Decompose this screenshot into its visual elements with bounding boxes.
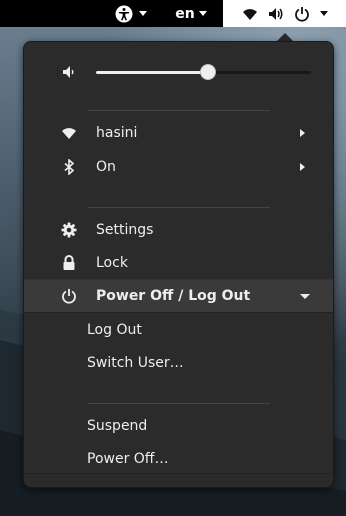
accessibility-menu-button[interactable] [109, 0, 153, 27]
separator [88, 207, 270, 208]
wifi-icon [242, 8, 257, 20]
chevron-down-icon [300, 293, 310, 299]
wifi-icon [58, 122, 80, 144]
chevron-right-icon [300, 128, 305, 137]
network-label: hasini [96, 124, 138, 141]
volume-slider[interactable] [96, 64, 311, 80]
chevron-down-icon [198, 11, 207, 16]
accessibility-icon [115, 5, 133, 22]
language-label: en [175, 5, 195, 22]
power-icon [294, 6, 309, 22]
system-status-button[interactable] [223, 0, 346, 27]
volume-icon [268, 7, 282, 20]
chevron-right-icon [300, 162, 305, 171]
volume-slider-handle[interactable] [199, 64, 216, 80]
submenu-bottom-edge [24, 473, 333, 474]
language-menu-button[interactable]: en [170, 0, 212, 27]
system-menu: hasini On Settings Lock Power Off / Log … [23, 41, 334, 488]
settings-label: Settings [96, 221, 154, 238]
bluetooth-icon [58, 156, 80, 178]
power-label: Power Off / Log Out [96, 288, 251, 304]
lock-label: Lock [96, 254, 128, 271]
gear-icon [58, 219, 80, 241]
suspend-item[interactable]: Suspend [24, 409, 333, 442]
bluetooth-label: On [96, 158, 116, 175]
log-out-item[interactable]: Log Out [24, 313, 333, 346]
power-icon [58, 285, 80, 307]
top-bar: en [0, 0, 346, 27]
separator [88, 403, 270, 404]
volume-row [24, 55, 333, 88]
switch-user-label: Switch User… [87, 354, 184, 371]
power-off-label: Power Off… [87, 450, 169, 467]
suspend-label: Suspend [87, 417, 148, 434]
power-off-item[interactable]: Power Off… [24, 442, 333, 475]
bluetooth-row[interactable]: On [24, 150, 333, 183]
settings-row[interactable]: Settings [24, 213, 333, 246]
lock-icon [58, 252, 80, 274]
chevron-down-icon [139, 11, 147, 16]
log-out-label: Log Out [87, 321, 142, 338]
volume-slider-fill [96, 71, 208, 74]
chevron-down-icon [319, 11, 328, 16]
separator [88, 110, 270, 111]
power-submenu-header[interactable]: Power Off / Log Out [24, 279, 333, 313]
lock-row[interactable]: Lock [24, 246, 333, 279]
switch-user-item[interactable]: Switch User… [24, 346, 333, 379]
volume-low-icon [58, 61, 80, 83]
network-row[interactable]: hasini [24, 116, 333, 149]
